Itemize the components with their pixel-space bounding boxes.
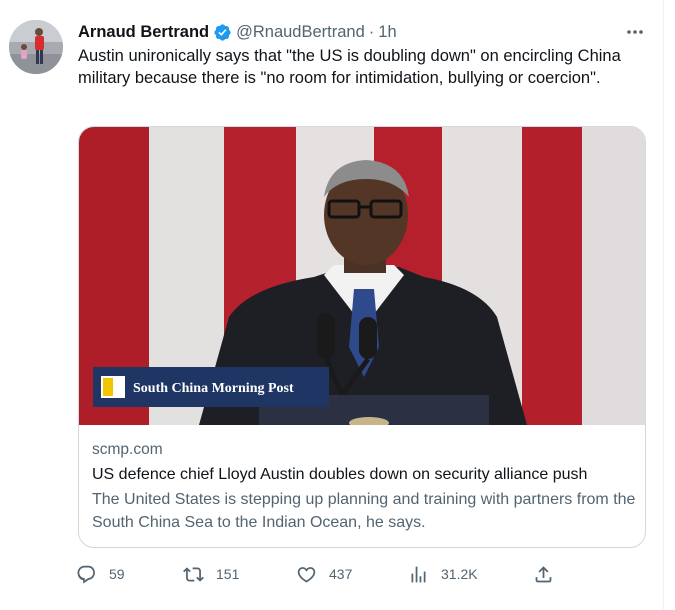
card-description: The United States is stepping up plannin… (92, 491, 636, 531)
author-handle[interactable]: @RnaudBertrand (236, 23, 365, 42)
verified-badge-icon[interactable] (213, 23, 232, 42)
like-count: 437 (329, 566, 353, 582)
views-count: 31.2K (441, 566, 478, 582)
repost-icon (183, 566, 204, 582)
share-button[interactable] (533, 560, 554, 588)
card-image[interactable]: South China Morning Post (79, 127, 645, 425)
reply-count: 59 (109, 566, 125, 582)
separator-dot: · (368, 22, 375, 41)
repost-button[interactable]: 151 (183, 560, 239, 588)
card-text: scmp.com US defence chief Lloyd Austin d… (92, 439, 637, 534)
repost-count: 151 (216, 566, 240, 582)
tweet-header: Arnaud Bertrand @RnaudBertrand · 1h (78, 20, 397, 44)
share-icon (535, 565, 552, 582)
link-card[interactable]: South China Morning Post scmp.com US def… (78, 126, 646, 548)
like-button[interactable]: 437 (296, 560, 352, 588)
views-chart-icon (411, 566, 426, 582)
author-name[interactable]: Arnaud Bertrand (78, 23, 209, 42)
reply-icon (77, 565, 95, 584)
more-dots-icon[interactable] (622, 20, 648, 44)
card-domain: scmp.com (92, 441, 163, 458)
action-bar: 59 151 437 31.2K (76, 560, 556, 588)
avatar[interactable] (9, 20, 63, 74)
card-title: US defence chief Lloyd Austin doubles do… (92, 466, 588, 483)
tweet[interactable]: Arnaud Bertrand @RnaudBertrand · 1h Aust… (0, 0, 663, 610)
views-button[interactable]: 31.2K (408, 560, 478, 588)
heart-icon (297, 566, 316, 583)
timeline-divider (663, 0, 664, 610)
reply-button[interactable]: 59 (76, 560, 125, 588)
card-image-logo-text: South China Morning Post (133, 381, 294, 396)
timestamp[interactable]: 1h (378, 23, 396, 42)
tweet-text: Austin unironically says that "the US is… (78, 47, 621, 87)
